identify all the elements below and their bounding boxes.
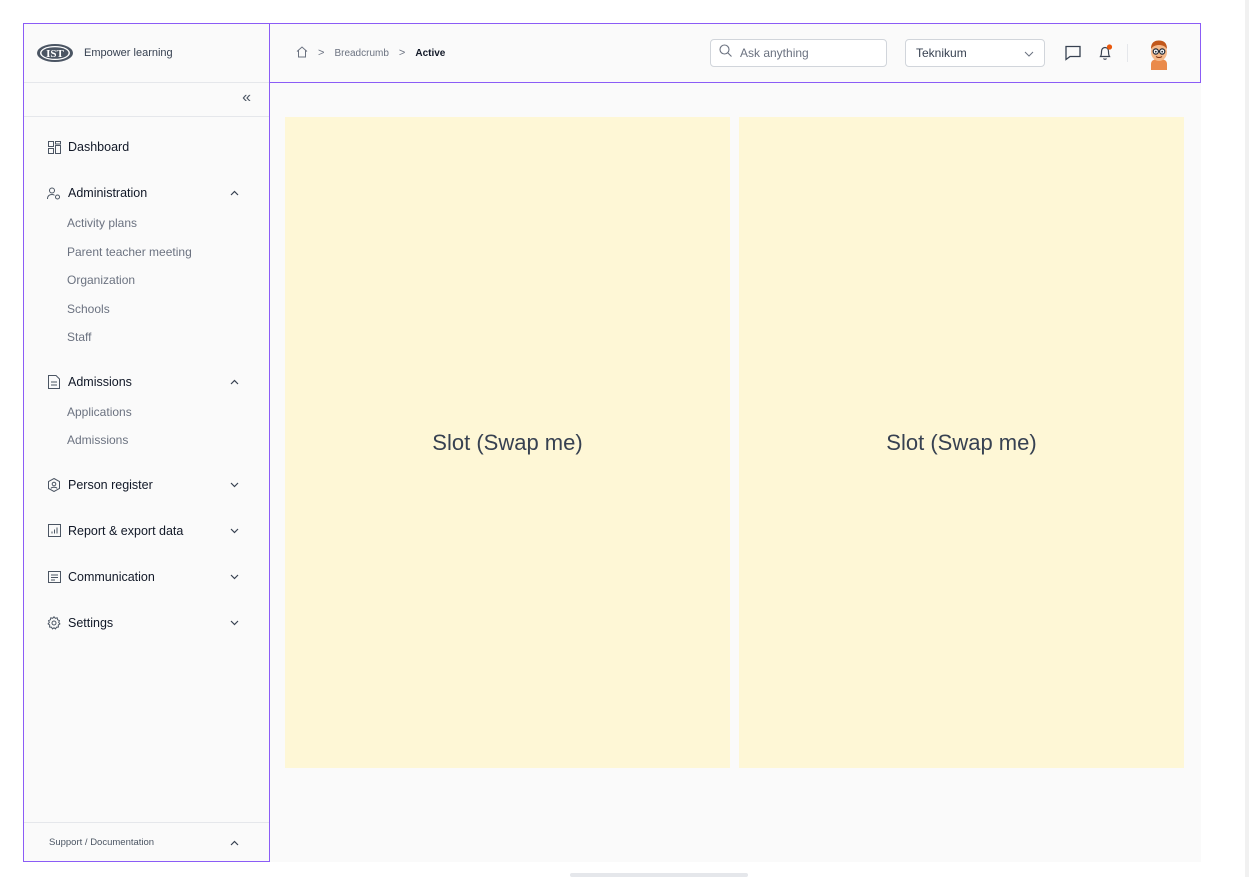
support-documentation-label: Support / Documentation	[49, 836, 155, 848]
sidebar-subitem-parent-teacher-meeting[interactable]: Parent teacher meeting	[24, 238, 269, 267]
sidebar-subitem-schools[interactable]: Schools	[24, 295, 269, 324]
sidebar-item-label: Person register	[68, 477, 153, 492]
chevron-up-icon	[230, 833, 239, 851]
chevron-down-icon	[229, 618, 239, 628]
breadcrumb-separator: >	[318, 47, 325, 59]
sidebar-item-label: Dashboard	[68, 140, 130, 154]
sidebar-item-label: Settings	[68, 615, 114, 630]
sidebar-item-report-export[interactable]: Report & export data	[24, 515, 269, 547]
chevron-down-icon	[229, 572, 239, 582]
chevron-down-icon	[1024, 46, 1034, 60]
sidebar-subitem-organization[interactable]: Organization	[24, 266, 269, 295]
breadcrumb-active: Active	[415, 47, 446, 59]
document-icon	[47, 374, 61, 389]
slot-label: Slot (Swap me)	[432, 429, 583, 455]
bell-icon[interactable]	[1096, 44, 1114, 62]
sidebar-nav: Dashboard Administration Activity plans …	[24, 117, 269, 639]
sidebar-header: IST Empower learning	[24, 24, 269, 83]
report-chart-icon	[47, 524, 61, 538]
svg-text:IST: IST	[46, 48, 64, 60]
school-select[interactable]: Teknikum	[905, 39, 1045, 67]
ist-logo: IST	[36, 43, 74, 63]
slot-label: Slot (Swap me)	[886, 429, 1037, 455]
top-header: > Breadcrumb > Active Teknikum	[269, 23, 1201, 83]
sidebar-subitem-activity-plans[interactable]: Activity plans	[24, 209, 269, 238]
notification-dot	[1106, 44, 1113, 50]
sidebar-item-settings[interactable]: Settings	[24, 607, 269, 639]
sidebar-item-person-register[interactable]: Person register	[24, 469, 269, 501]
message-list-icon	[47, 570, 61, 584]
dashboard-grid-icon	[47, 140, 61, 154]
breadcrumb: > Breadcrumb > Active	[296, 45, 446, 61]
chevrons-left-icon[interactable]: «	[242, 89, 251, 107]
gear-icon	[47, 615, 61, 630]
content-slot-right: Slot (Swap me)	[739, 117, 1184, 768]
breadcrumb-link[interactable]: Breadcrumb	[334, 48, 388, 59]
home-indicator	[570, 873, 748, 877]
users-admin-icon	[47, 186, 61, 200]
sidebar-collapse-bar: «	[24, 83, 269, 117]
sidebar-item-label: Report & export data	[68, 523, 184, 538]
sidebar-item-admissions[interactable]: Admissions	[24, 366, 269, 398]
chevron-down-icon	[229, 526, 239, 536]
search-icon	[719, 44, 732, 62]
sidebar-item-administration[interactable]: Administration	[24, 177, 269, 209]
person-badge-icon	[47, 477, 61, 492]
sidebar-item-dashboard[interactable]: Dashboard	[24, 131, 269, 163]
sidebar-subitem-admissions[interactable]: Admissions	[24, 426, 269, 455]
sidebar: IST Empower learning « Dashboard Adminis…	[23, 23, 270, 862]
chevron-down-icon	[229, 480, 239, 490]
window-scrollbar[interactable]	[1245, 0, 1249, 877]
chevron-up-icon	[229, 377, 239, 387]
search-box[interactable]	[710, 39, 887, 67]
sidebar-item-label: Administration	[68, 186, 148, 200]
school-select-value: Teknikum	[916, 46, 967, 60]
search-input[interactable]	[740, 46, 880, 60]
sidebar-item-communication[interactable]: Communication	[24, 561, 269, 593]
sidebar-item-label: Admissions	[68, 374, 132, 389]
content-slot-left: Slot (Swap me)	[285, 117, 730, 768]
sidebar-subitem-staff[interactable]: Staff	[24, 323, 269, 352]
chat-icon[interactable]	[1064, 44, 1082, 62]
sidebar-item-label: Communication	[68, 569, 155, 584]
breadcrumb-separator: >	[398, 47, 406, 59]
sidebar-subitem-applications[interactable]: Applications	[24, 398, 269, 427]
home-icon[interactable]	[296, 45, 308, 61]
header-divider	[1127, 44, 1128, 62]
avatar[interactable]	[1145, 38, 1173, 70]
sidebar-footer-support[interactable]: Support / Documentation	[24, 822, 269, 861]
chevron-up-icon	[229, 188, 239, 198]
brand-name: Empower learning	[84, 47, 173, 59]
